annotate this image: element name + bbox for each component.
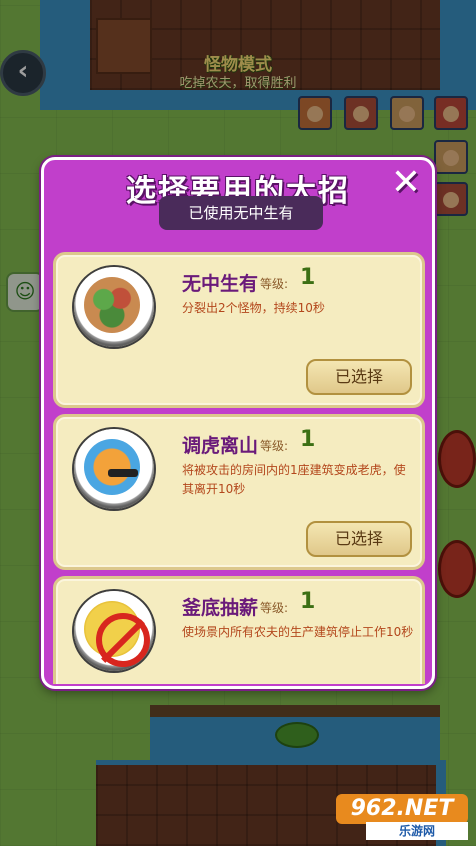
skill-name: 无中生有 bbox=[182, 273, 259, 295]
skill-level-label: 等级: bbox=[260, 601, 289, 615]
no-production-icon bbox=[84, 601, 150, 667]
site-watermark: 962.NET 乐游网 bbox=[336, 794, 468, 840]
tiger-icon bbox=[84, 439, 140, 495]
watermark-logo: 962.NET bbox=[336, 794, 468, 824]
skill-name: 调虎离山 bbox=[182, 435, 259, 457]
skill-emblem bbox=[74, 267, 154, 347]
skill-level-value: 1 bbox=[300, 589, 316, 614]
skill-description: 使场景内所有农夫的生产建筑停止工作10秒 bbox=[182, 625, 414, 639]
watermark-subtitle: 乐游网 bbox=[366, 822, 468, 840]
close-icon: ✕ bbox=[390, 162, 422, 203]
skill-level-value: 1 bbox=[300, 427, 316, 452]
skill-name: 釜底抽薪 bbox=[182, 597, 259, 619]
skill-emblem bbox=[74, 429, 154, 509]
skill-emblem bbox=[74, 591, 154, 671]
skill-level-label: 等级: bbox=[260, 439, 289, 453]
sunglasses-shape bbox=[108, 469, 138, 477]
skill-list[interactable]: 无中生有 等级: 1 分裂出2个怪物，持续10秒 已选择 调虎离山 等级: 1 … bbox=[53, 252, 425, 684]
close-button[interactable]: ✕ bbox=[386, 164, 426, 204]
skill-card-diaohulishan[interactable]: 调虎离山 等级: 1 将被攻击的房间内的1座建筑变成老虎，使其离开10秒 已选择 bbox=[53, 414, 425, 570]
skill-level-value: 1 bbox=[300, 265, 316, 290]
used-skill-label: 已使用无中生有 bbox=[159, 196, 323, 230]
select-button[interactable]: 已选择 bbox=[306, 359, 412, 395]
skill-card-fudichouxin[interactable]: 釜底抽薪 等级: 1 使场景内所有农夫的生产建筑停止工作10秒 bbox=[53, 576, 425, 684]
skill-select-dialog: 选择要用的大招 ✕ 已使用无中生有 无中生有 等级: 1 分裂出2个怪物，持续1… bbox=[41, 157, 435, 689]
select-button[interactable]: 已选择 bbox=[306, 521, 412, 557]
skill-card-wuzhongshengyou[interactable]: 无中生有 等级: 1 分裂出2个怪物，持续10秒 已选择 bbox=[53, 252, 425, 408]
zombie-clone-icon bbox=[84, 277, 140, 333]
skill-description: 分裂出2个怪物，持续10秒 bbox=[182, 301, 325, 315]
skill-level-label: 等级: bbox=[260, 277, 289, 291]
skill-description: 将被攻击的房间内的1座建筑变成老虎，使其离开10秒 bbox=[182, 463, 406, 496]
